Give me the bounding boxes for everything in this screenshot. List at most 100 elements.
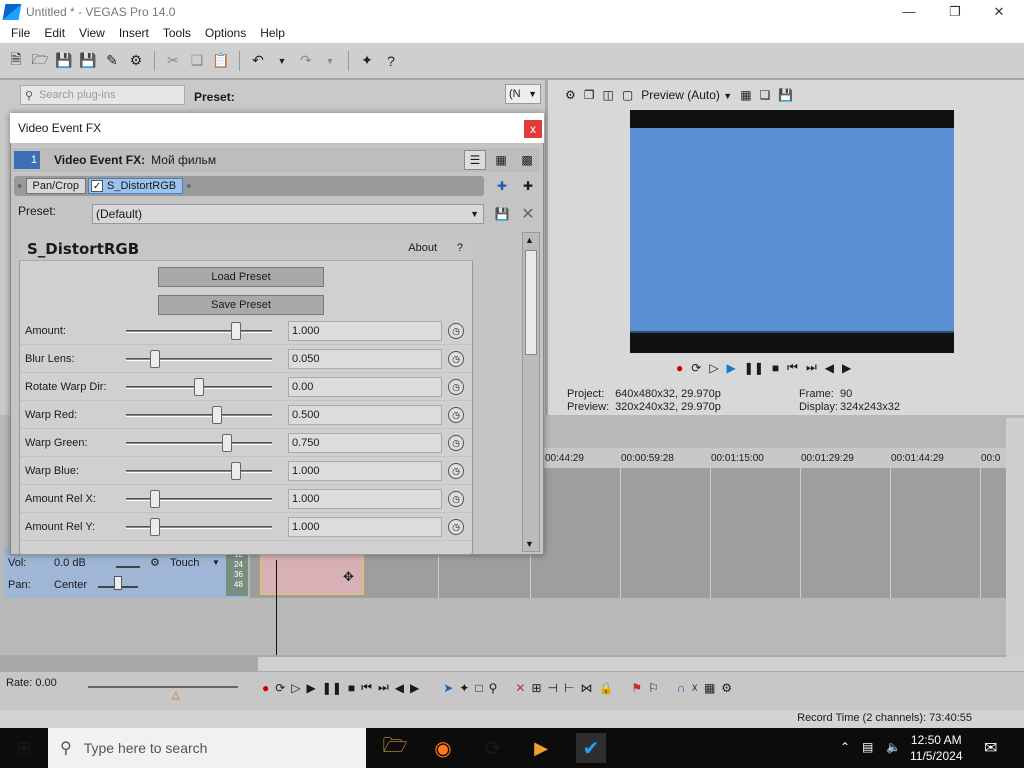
chevron-down-icon[interactable]: ▼	[212, 558, 220, 567]
animate-keyframe-icon[interactable]: ◷	[448, 463, 464, 479]
remove-fx-icon[interactable]: ✚	[518, 176, 538, 196]
slider-thumb[interactable]	[150, 518, 161, 536]
paste-icon[interactable]: 📋	[211, 51, 231, 71]
previous-frame-icon[interactable]: ◀	[395, 681, 404, 695]
rate-slider[interactable]	[88, 686, 238, 688]
render-icon[interactable]: ✎	[102, 51, 122, 71]
view-grid-icon[interactable]: ▩	[516, 150, 538, 170]
redo-dropdown-icon[interactable]: ▼	[320, 51, 340, 71]
lock-envelopes-icon[interactable]: ⚙	[721, 681, 732, 695]
taskbar-clock[interactable]: 12:50 AM 11/5/2024	[910, 732, 963, 764]
loop-playback-icon[interactable]: ⟳	[275, 681, 285, 695]
video-fx-icon[interactable]: ▢	[622, 88, 633, 102]
slider-thumb[interactable]	[221, 434, 232, 452]
menu-insert[interactable]: Insert	[112, 26, 156, 40]
preset-dropdown[interactable]: (Default) ▼	[92, 204, 484, 224]
preview-properties-icon[interactable]: ⚙	[565, 88, 576, 102]
timeline-vertical-scrollbar[interactable]	[1006, 418, 1024, 666]
slider-thumb[interactable]	[230, 462, 241, 480]
taskbar-search-box[interactable]: ⚲ Type here to search	[48, 728, 366, 768]
region-icon[interactable]: ⚐	[648, 681, 659, 695]
pan-slider-thumb[interactable]	[114, 576, 122, 590]
dialog-scrollbar-thumb[interactable]	[525, 250, 537, 355]
parameter-value-field[interactable]: 1.000	[288, 321, 442, 341]
save-as-icon[interactable]: 💾	[78, 51, 98, 71]
start-button[interactable]: ⊞	[0, 728, 48, 768]
view-columns-icon[interactable]: ▦	[490, 150, 512, 170]
normal-edit-tool-icon[interactable]: ➤	[443, 681, 453, 695]
pause-icon[interactable]: ❚❚	[744, 361, 764, 375]
play-icon[interactable]: ▶	[727, 361, 736, 375]
auto-crossfade-icon[interactable]: ☓	[692, 681, 698, 695]
go-to-start-icon[interactable]: ⏮	[361, 680, 372, 695]
file-explorer-icon[interactable]: 🗁	[380, 733, 410, 763]
automation-icon[interactable]: ⚙	[150, 556, 160, 569]
external-monitor-icon[interactable]: ❐	[584, 88, 595, 102]
slider-thumb[interactable]	[194, 378, 204, 396]
parameter-slider[interactable]	[126, 462, 272, 480]
zoom-tool-icon[interactable]: ⚲	[489, 681, 498, 695]
animate-keyframe-icon[interactable]: ◷	[448, 323, 464, 339]
view-list-icon[interactable]: ☰	[464, 150, 486, 170]
parameter-slider[interactable]	[126, 490, 272, 508]
notifications-icon[interactable]: ✉	[984, 738, 997, 758]
save-icon[interactable]: 💾	[54, 51, 74, 71]
save-preset-button[interactable]: Save Preset	[158, 295, 324, 315]
parameter-value-field[interactable]: 0.750	[288, 433, 442, 453]
go-to-end-icon[interactable]: ⏭	[806, 360, 817, 375]
audio-track-header[interactable]: Vol: 0.0 dB ⚙ Touch ▼ Pan: Center 12 24 …	[4, 548, 248, 598]
undo-icon[interactable]: ↶	[248, 51, 268, 71]
dialog-title-bar[interactable]: Video Event FX	[10, 113, 544, 143]
trim-start-icon[interactable]: ⊣	[548, 681, 558, 695]
parameter-value-field[interactable]: 1.000	[288, 517, 442, 537]
animate-keyframe-icon[interactable]: ◷	[448, 435, 464, 451]
menu-tools[interactable]: Tools	[156, 26, 198, 40]
add-fx-icon[interactable]: ✚	[492, 176, 512, 196]
parameter-value-field[interactable]: 0.050	[288, 349, 442, 369]
animate-keyframe-icon[interactable]: ◷	[448, 519, 464, 535]
parameter-value-field[interactable]: 0.500	[288, 405, 442, 425]
parameter-slider[interactable]	[126, 350, 272, 368]
play-from-start-icon[interactable]: ▷	[709, 361, 718, 375]
parameter-slider[interactable]	[126, 378, 272, 396]
open-icon[interactable]: 🗁	[30, 51, 50, 71]
envelope-tool-icon[interactable]: ✦	[459, 681, 469, 695]
volume-icon[interactable]: 🔈	[886, 740, 901, 754]
redo-icon[interactable]: ↷	[296, 51, 316, 71]
go-to-start-icon[interactable]: ⏮	[787, 360, 798, 375]
close-window-button[interactable]: ✕	[976, 0, 1022, 23]
sync-app-icon[interactable]: ⟳	[478, 733, 508, 763]
playhead-cursor[interactable]	[276, 560, 277, 655]
record-icon[interactable]: ●	[676, 361, 683, 375]
go-to-end-icon[interactable]: ⏭	[378, 680, 389, 695]
menu-edit[interactable]: Edit	[37, 26, 72, 40]
animate-keyframe-icon[interactable]: ◷	[448, 379, 464, 395]
new-icon[interactable]: 🗎	[6, 51, 26, 71]
trim-icon[interactable]: ⊞	[531, 681, 541, 695]
parameter-value-field[interactable]: 0.00	[288, 377, 442, 397]
animate-keyframe-icon[interactable]: ◷	[448, 351, 464, 367]
parameter-slider[interactable]	[126, 434, 272, 452]
dialog-close-button[interactable]: x	[524, 120, 542, 138]
stop-icon[interactable]: ■	[348, 681, 355, 695]
about-button[interactable]: About	[408, 242, 437, 254]
slider-thumb[interactable]	[211, 406, 222, 424]
loop-playback-icon[interactable]: ⟳	[691, 361, 701, 375]
slider-thumb[interactable]	[230, 322, 241, 340]
load-preset-button[interactable]: Load Preset	[158, 267, 324, 287]
show-hidden-icons-icon[interactable]: ⌃	[840, 740, 850, 754]
event-fx-icon[interactable]: ✦	[357, 51, 377, 71]
save-snapshot-icon[interactable]: 💾	[778, 88, 793, 102]
parameter-slider[interactable]	[126, 322, 272, 340]
maximize-button[interactable]: ❐	[932, 0, 978, 23]
scroll-up-icon[interactable]: ▲	[525, 235, 534, 245]
cut-icon[interactable]: ✂	[163, 51, 183, 71]
menu-help[interactable]: Help	[253, 26, 292, 40]
copy-icon[interactable]: ❏	[187, 51, 207, 71]
parameter-slider[interactable]	[126, 406, 272, 424]
animate-keyframe-icon[interactable]: ◷	[448, 491, 464, 507]
vegas-taskbar-icon[interactable]: ✔	[576, 733, 606, 763]
delete-preset-icon[interactable]: ✕	[518, 204, 538, 224]
firefox-icon[interactable]: ◉	[428, 733, 458, 763]
preview-quality-dropdown[interactable]: Preview (Auto) ▼	[641, 88, 732, 102]
